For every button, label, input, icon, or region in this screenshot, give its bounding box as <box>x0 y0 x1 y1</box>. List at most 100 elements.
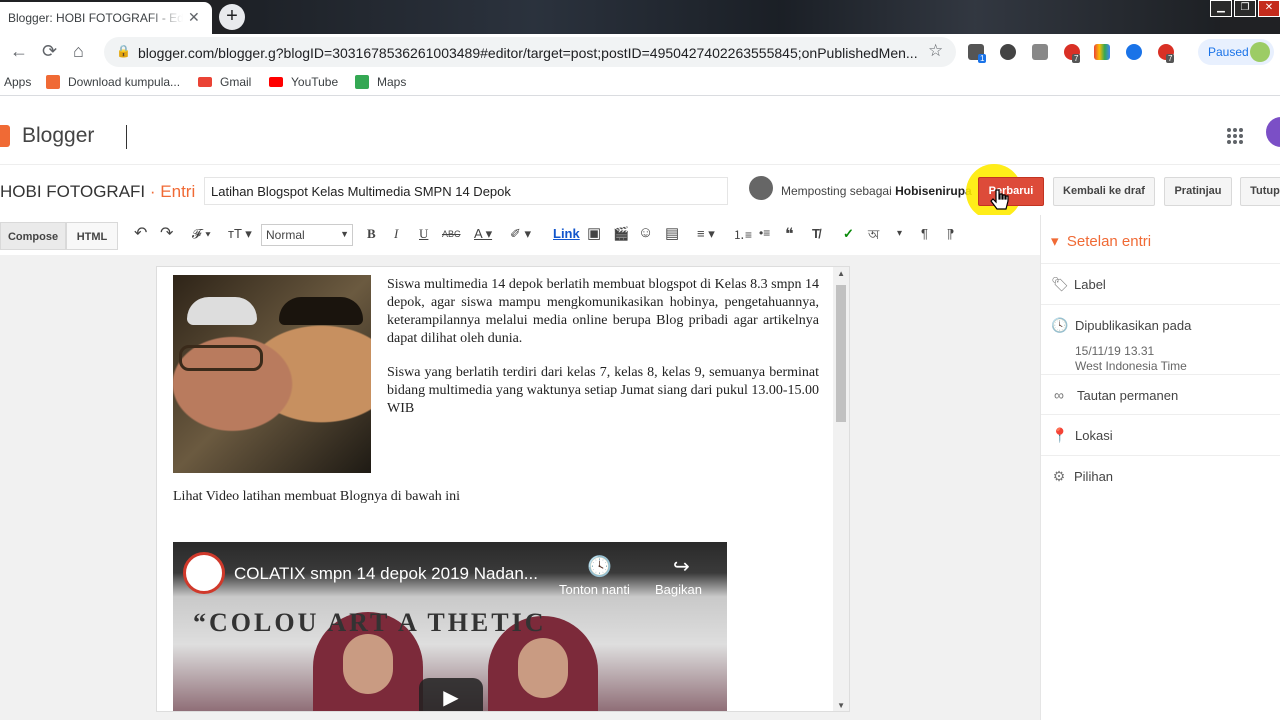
quote-icon[interactable]: ❝ <box>785 224 794 244</box>
post-settings-title: Setelan entri <box>1066 233 1152 250</box>
redo-icon[interactable]: ↷ <box>160 223 173 243</box>
bold-icon[interactable]: B <box>367 226 376 242</box>
numbered-list-icon[interactable]: ⒈≡ <box>733 226 752 243</box>
insert-emoji-icon[interactable]: ☺ <box>638 224 653 241</box>
revert-to-draft-button[interactable]: Kembali ke draf <box>1053 177 1155 206</box>
editor-scrollbar[interactable]: ▲ ▼ <box>833 267 849 711</box>
post-settings-panel: ▾ Setelan entri 🏷 Label 🕓 Dipublikasikan… <box>1040 215 1280 720</box>
post-caption[interactable]: Lihat Video latihan membuat Blognya di b… <box>173 489 460 505</box>
bookmark-gmail[interactable]: Gmail <box>198 75 251 89</box>
embedded-video[interactable]: “COLOU ART A THETIC COLATIX smpn 14 depo… <box>173 542 727 711</box>
browser-tab[interactable]: Blogger: HOBI FOTOGRAFI - Edit ✕ <box>0 2 212 34</box>
scroll-up-icon[interactable]: ▲ <box>837 269 845 278</box>
google-apps-icon[interactable] <box>1226 127 1244 145</box>
back-button[interactable]: ← <box>10 41 28 62</box>
account-avatar[interactable] <box>1266 117 1280 147</box>
post-paragraph-1[interactable]: Siswa multimedia 14 depok berlatih membu… <box>387 276 819 348</box>
close-button[interactable]: Tutup <box>1240 177 1280 206</box>
ltr-icon[interactable]: ¶ <box>921 226 928 241</box>
html-mode-button[interactable]: HTML <box>66 222 118 250</box>
more-options-chevron-icon[interactable]: ▾ <box>897 228 902 239</box>
clock-icon: 🕓 <box>1051 317 1069 333</box>
share-icon[interactable]: ↪ <box>673 554 690 579</box>
scrollbar-thumb[interactable] <box>836 285 846 422</box>
url-text[interactable]: blogger.com/blogger.g?blogID=30316785362… <box>138 45 918 61</box>
bookmark-star-icon[interactable]: ☆ <box>928 41 943 61</box>
font-size-icon[interactable]: ᴛT ▾ <box>228 226 252 242</box>
posting-as: Memposting sebagai Hobisenirupa <box>781 184 972 198</box>
photo-detail <box>187 297 257 325</box>
settings-row-text: Lokasi <box>1075 428 1113 443</box>
home-button[interactable]: ⌂ <box>73 41 84 62</box>
minimize-button[interactable]: ▁ <box>1210 0 1232 17</box>
compose-mode-button[interactable]: Compose <box>0 222 66 250</box>
clock-icon[interactable]: 🕓 <box>587 554 612 579</box>
font-family-icon[interactable]: 𝓕 ▾ <box>192 226 211 242</box>
spellcheck-icon[interactable]: ✓ <box>843 226 854 242</box>
new-tab-button[interactable]: + <box>219 4 245 30</box>
blog-title[interactable]: HOBI FOTOGRAFI · Entri <box>0 182 195 202</box>
extension-icon[interactable] <box>1126 44 1142 60</box>
settings-row-published[interactable]: 🕓 Dipublikasikan pada 15/11/19 13.31 Wes… <box>1041 304 1280 374</box>
alignment-icon[interactable]: ≡ ▾ <box>697 226 715 242</box>
window-controls: ▁ ❐ ✕ <box>1208 0 1280 18</box>
reload-button[interactable]: ⟳ <box>42 41 57 62</box>
update-button[interactable]: Perbarui <box>978 177 1044 206</box>
bulleted-list-icon[interactable]: •≡ <box>759 226 770 240</box>
bookmark-label: YouTube <box>291 75 339 89</box>
underline-icon[interactable]: U <box>419 226 428 242</box>
italic-icon[interactable]: I <box>394 226 398 242</box>
remove-formatting-icon[interactable]: T̸ <box>812 226 820 241</box>
close-window-button[interactable]: ✕ <box>1258 0 1280 17</box>
rtl-icon[interactable]: ¶ <box>947 226 954 241</box>
settings-row-permalink[interactable]: ∞ Tautan permanen <box>1041 374 1280 414</box>
bookmark-youtube[interactable]: YouTube <box>269 75 338 89</box>
post-settings-header[interactable]: ▾ Setelan entri <box>1051 232 1151 250</box>
format-select[interactable]: Normal ▼ <box>261 224 353 246</box>
window-background <box>240 0 1220 34</box>
blogger-logo-icon[interactable] <box>0 125 10 147</box>
post-paragraph-2[interactable]: Siswa yang berlatih terdiri dari kelas 7… <box>387 364 819 418</box>
bookmark-label: Apps <box>4 75 32 89</box>
undo-icon[interactable]: ↶ <box>134 223 147 243</box>
strikethrough-icon[interactable]: ABC <box>442 229 461 239</box>
preview-button[interactable]: Pratinjau <box>1164 177 1232 206</box>
tab-close-icon[interactable]: ✕ <box>188 9 200 26</box>
author-avatar <box>749 176 773 200</box>
transliteration-icon[interactable]: অ <box>868 226 879 247</box>
lock-icon: 🔒 <box>116 44 131 58</box>
insert-jump-break-icon[interactable]: ▤ <box>665 224 679 242</box>
watch-later-button[interactable]: Tonton nanti <box>559 582 630 597</box>
extension-icon[interactable] <box>1000 44 1016 60</box>
post-photo[interactable] <box>173 275 371 473</box>
play-button[interactable]: ▶ <box>419 678 483 711</box>
extension-icon[interactable] <box>1094 44 1110 60</box>
channel-logo[interactable] <box>183 552 225 594</box>
post-body-editor[interactable]: Siswa multimedia 14 depok berlatih membu… <box>156 266 850 712</box>
video-title[interactable]: COLATIX smpn 14 depok 2019 Nadan... <box>234 564 538 584</box>
settings-row-options[interactable]: ⚙ Pilihan <box>1041 455 1280 495</box>
share-button[interactable]: Bagikan <box>655 582 702 597</box>
profile-button[interactable]: Paused <box>1198 39 1274 65</box>
bookmark-apps[interactable]: Apps <box>4 75 31 89</box>
highlight-color-icon[interactable]: ✐ ▾ <box>510 226 531 242</box>
address-bar[interactable]: 🔒 blogger.com/blogger.g?blogID=303167853… <box>104 37 956 67</box>
gmail-icon <box>198 77 212 87</box>
post-title-input[interactable] <box>204 177 728 205</box>
extension-badge: 7 <box>1166 54 1175 63</box>
settings-row-label[interactable]: 🏷 Label <box>1041 263 1280 303</box>
blogger-brand[interactable]: Blogger <box>22 124 94 148</box>
restore-button[interactable]: ❐ <box>1234 0 1256 17</box>
extension-icon[interactable] <box>1032 44 1048 60</box>
text-color-icon[interactable]: A ▾ <box>474 226 492 242</box>
settings-row-location[interactable]: 📍 Lokasi <box>1041 414 1280 454</box>
insert-video-icon[interactable]: 🎬 <box>613 226 629 242</box>
scroll-down-icon[interactable]: ▼ <box>837 701 845 710</box>
bookmark-maps[interactable]: Maps <box>355 75 406 89</box>
bookmark-download[interactable]: Download kumpula... <box>46 75 180 89</box>
extension-badge: 1 <box>978 54 987 63</box>
editor-area: Siswa multimedia 14 depok berlatih membu… <box>0 255 1040 720</box>
video-banner-text: “COLOU ART A THETIC <box>193 608 547 637</box>
link-button[interactable]: Link <box>553 226 580 241</box>
insert-image-icon[interactable]: ▣ <box>587 224 601 242</box>
